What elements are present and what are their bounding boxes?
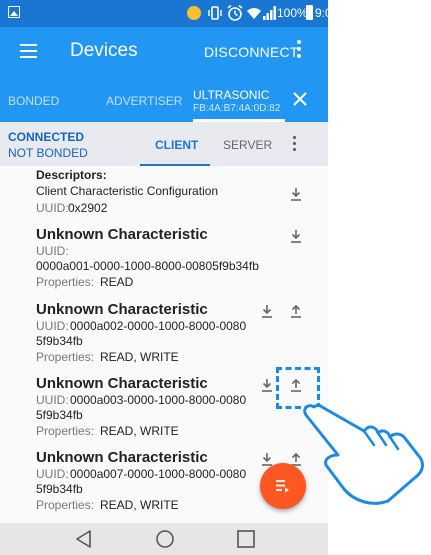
gallery-icon [8, 6, 20, 18]
download-icon[interactable] [259, 377, 275, 393]
vibrate-icon [208, 6, 222, 20]
uuid-label: UUID: [36, 467, 69, 481]
home-icon[interactable] [155, 529, 175, 549]
hamburger-menu-icon[interactable] [20, 44, 37, 58]
descriptors-label: Descriptors: [36, 168, 107, 182]
download-icon[interactable] [259, 303, 275, 319]
uuid-value: 5f9b34fb [36, 408, 83, 422]
recents-icon[interactable] [236, 529, 256, 549]
signal-icon [263, 6, 276, 20]
wifi-icon [247, 8, 261, 19]
battery-icon [306, 5, 313, 20]
back-icon[interactable] [74, 529, 94, 549]
phone-screen: 100% 9:03 Devices DISCONNECT BONDED ADVE… [0, 0, 328, 555]
uuid-value: 5f9b34fb [36, 334, 83, 348]
tab-advertiser[interactable]: ADVERTISER [106, 94, 182, 108]
uuid-label: UUID: [36, 319, 69, 333]
bluetooth-icon [187, 6, 201, 20]
device-address: FB:4A:B7:4A:0D:82 [193, 103, 281, 114]
properties-value: READ [100, 275, 134, 289]
uuid-value: 0000a007-0000-1000-8000-0080 [70, 467, 247, 481]
app-bar: Devices DISCONNECT [0, 27, 328, 77]
properties-label: Properties: [36, 350, 95, 364]
battery-percent: 100% [277, 6, 308, 20]
close-icon[interactable] [292, 91, 308, 107]
download-icon[interactable] [288, 186, 304, 202]
uuid-value: 5f9b34fb [36, 482, 83, 496]
upload-icon[interactable] [288, 303, 304, 319]
tab-client[interactable]: CLIENT [155, 138, 198, 152]
descriptor-uuid: 0x2902 [68, 201, 108, 215]
overflow-menu-icon[interactable] [297, 40, 301, 60]
connection-status: CONNECTED [8, 130, 85, 144]
pointing-hand-icon [303, 404, 424, 505]
connection-bar: CONNECTED NOT BONDED CLIENT SERVER [0, 122, 328, 166]
device-name: ULTRASONIC [193, 88, 270, 102]
properties-value: READ, WRITE [100, 350, 179, 364]
characteristic-name: Unknown Characteristic [36, 301, 208, 318]
tab-server[interactable]: SERVER [223, 138, 272, 152]
properties-label: Properties: [36, 498, 95, 512]
properties-value: READ, WRITE [100, 424, 179, 438]
uuid-value: 0000a003-0000-1000-8000-0080 [70, 393, 247, 407]
more-options-icon[interactable] [293, 136, 297, 154]
status-bar: 100% 9:03 [0, 0, 328, 27]
properties-value: READ, WRITE [100, 498, 179, 512]
uuid-label: UUID: [36, 393, 69, 407]
properties-label: Properties: [36, 424, 95, 438]
list-arrow-icon [276, 480, 289, 493]
characteristic-name: Unknown Characteristic [36, 375, 208, 392]
descriptor-uuid-label: UUID: [36, 201, 69, 215]
disconnect-button[interactable]: DISCONNECT [204, 44, 299, 60]
uuid-value: 0000a002-0000-1000-8000-0080 [70, 319, 247, 333]
alarm-icon [227, 4, 243, 21]
tab-bonded[interactable]: BONDED [8, 94, 59, 108]
tab-device-ultrasonic[interactable]: ULTRASONIC FB:4A:B7:4A:0D:82 [193, 88, 280, 114]
uuid-label: UUID: [36, 244, 69, 258]
clock: 9:03 [315, 6, 328, 20]
bond-status: NOT BONDED [8, 146, 88, 160]
uuid-value: 0000a001-0000-1000-8000-00805f9b34fb [36, 259, 259, 273]
device-tabs: BONDED ADVERTISER ULTRASONIC FB:4A:B7:4A… [0, 77, 328, 122]
characteristic-name: Unknown Characteristic [36, 449, 208, 466]
characteristic-name: Unknown Characteristic [36, 226, 208, 243]
page-title: Devices [70, 40, 138, 61]
download-icon[interactable] [288, 228, 304, 244]
navigation-bar [0, 523, 328, 555]
descriptor-name: Client Characteristic Configuration [36, 184, 219, 198]
properties-label: Properties: [36, 275, 95, 289]
